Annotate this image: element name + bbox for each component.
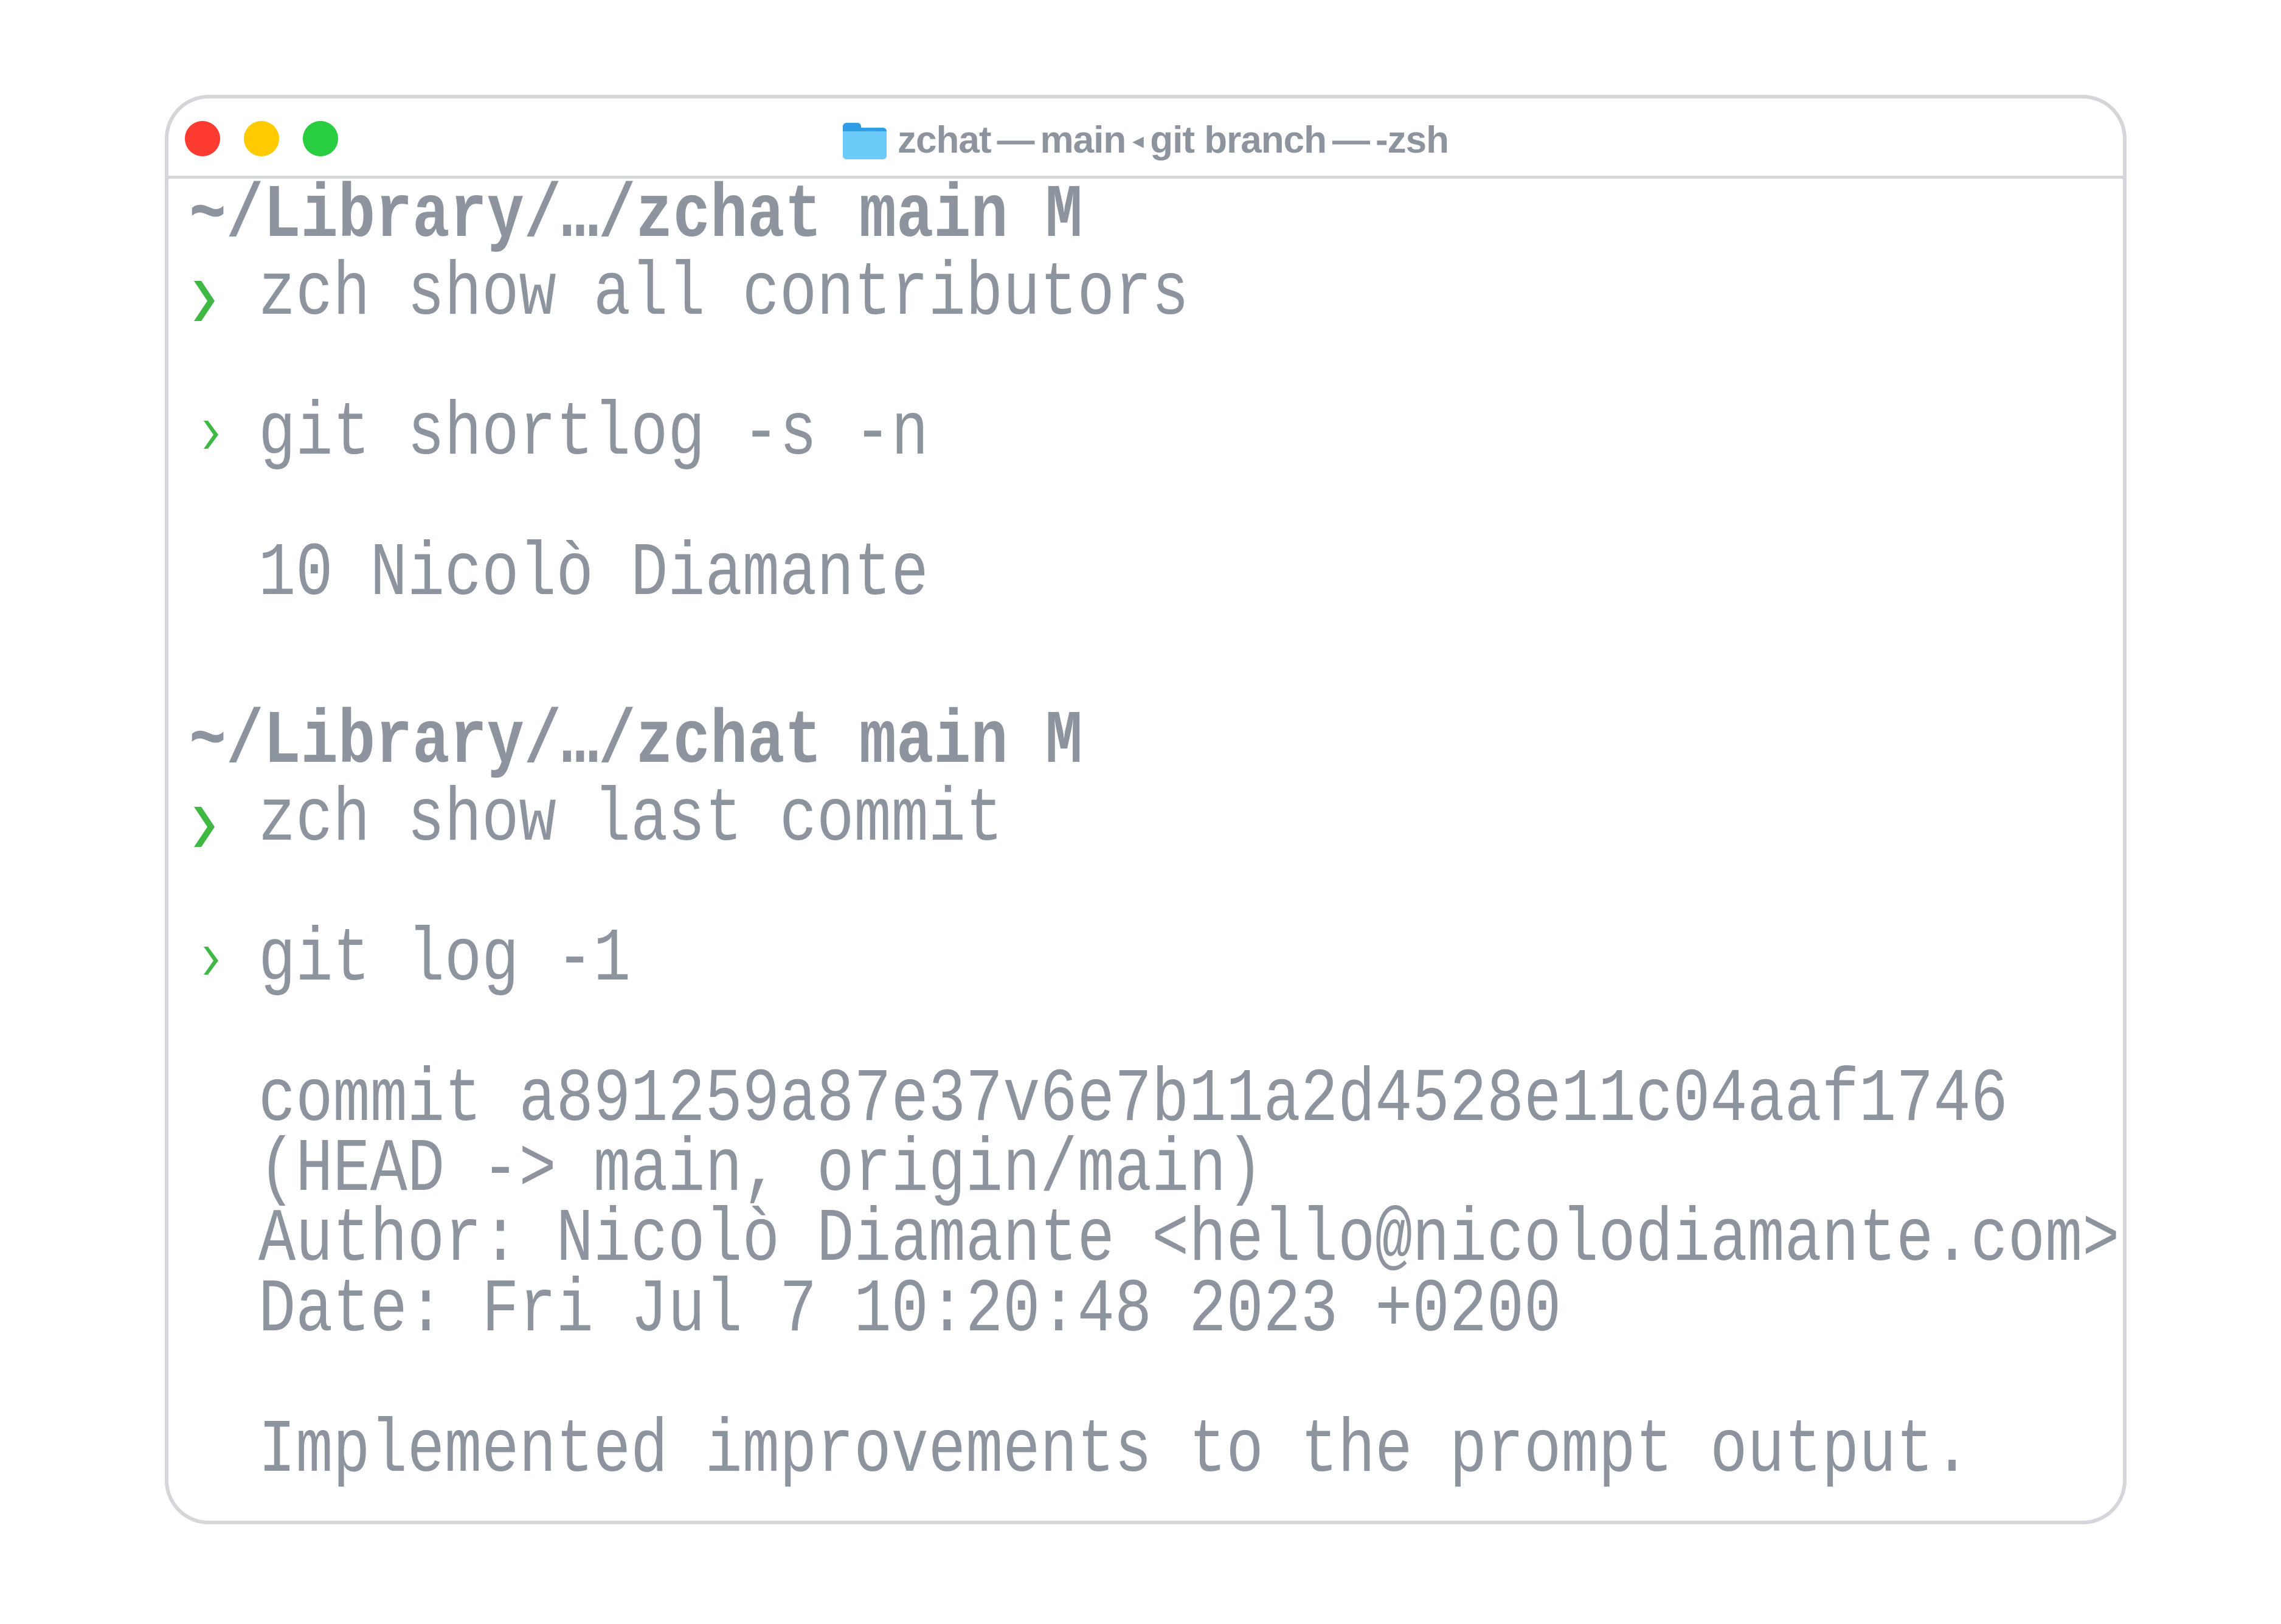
command-line: git shortlog -s -n <box>258 390 929 477</box>
command-line: git log -1 <box>258 916 631 1003</box>
title-process: git branch <box>1150 119 1327 161</box>
command-output: 10 Nicolò Diamante <box>258 531 929 617</box>
title-separator: — <box>997 119 1035 161</box>
chevron-right-icon <box>204 421 218 449</box>
title-branch: main <box>1040 119 1127 161</box>
commit-message-line: Implemented improvements to the prompt o… <box>258 1408 1971 1494</box>
chevron-right-icon <box>194 281 215 321</box>
chevron-right-icon <box>194 807 215 847</box>
title-separator: — <box>1332 119 1370 161</box>
window-title: zchat — main ◂ git branch — -zsh <box>168 116 2123 164</box>
chevron-right-icon <box>204 947 218 975</box>
left-arrow-icon: ◂ <box>1133 130 1143 153</box>
folder-icon <box>843 123 887 159</box>
terminal-window: zchat — main ◂ git branch — -zsh ~/Libra… <box>165 95 2127 1524</box>
title-bar[interactable]: zchat — main ◂ git branch — -zsh <box>168 98 2123 179</box>
user-request: zch show last commit <box>258 776 1003 863</box>
title-shell: -zsh <box>1375 119 1449 161</box>
prompt-path: ~/Library/…/zchat main M <box>189 173 1083 259</box>
prompt-path: ~/Library/…/zchat main M <box>189 699 1083 785</box>
title-folder: zchat <box>898 119 991 161</box>
user-request: zch show all contributors <box>258 251 1189 337</box>
commit-date-line: Date: Fri Jul 7 10:20:48 2023 +0200 <box>258 1267 1562 1353</box>
commit-author-line: Author: Nicolò Diamante <hello@nicolodia… <box>258 1197 2120 1283</box>
